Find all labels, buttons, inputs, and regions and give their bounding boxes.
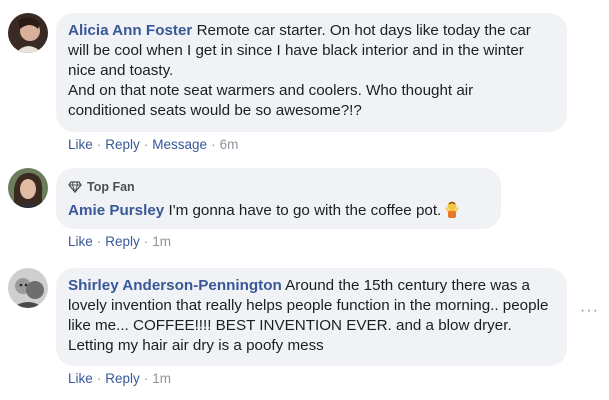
comment-actions: Like · Reply · Message · 6m [68, 137, 238, 152]
avatar[interactable] [8, 13, 48, 53]
comment-author[interactable]: Alicia Ann Foster [68, 22, 192, 39]
message-link[interactable]: Message [152, 137, 207, 152]
comment-text: I'm gonna have to go with the coffee pot… [164, 202, 442, 219]
comment-author[interactable]: Shirley Anderson-Pennington [68, 277, 282, 294]
reply-link[interactable]: Reply [105, 371, 140, 386]
separator: · [143, 234, 149, 249]
separator: · [211, 137, 216, 152]
timestamp[interactable]: 1m [152, 371, 171, 386]
like-link[interactable]: Like [68, 234, 93, 249]
avatar[interactable] [8, 168, 48, 208]
separator: · [96, 234, 102, 249]
comment-actions: Like · Reply · 1m [68, 234, 171, 249]
person-shrugging-emoji [443, 200, 461, 218]
reply-link[interactable]: Reply [105, 234, 140, 249]
comment-bubble: Shirley Anderson-Pennington Around the 1… [56, 268, 567, 366]
top-fan-badge: Top Fan [68, 177, 489, 197]
like-link[interactable]: Like [68, 137, 93, 152]
more-options-icon[interactable]: ··· [580, 303, 599, 319]
comment-author[interactable]: Amie Pursley [68, 202, 164, 219]
separator: · [96, 137, 102, 152]
timestamp[interactable]: 1m [152, 234, 171, 249]
comment-bubble: Alicia Ann Foster Remote car starter. On… [56, 13, 567, 132]
timestamp[interactable]: 6m [220, 137, 239, 152]
reply-link[interactable]: Reply [105, 137, 140, 152]
separator: · [143, 137, 149, 152]
separator: · [96, 371, 102, 386]
comment-actions: Like · Reply · 1m [68, 371, 171, 386]
badge-label: Top Fan [87, 180, 135, 194]
comment-text: And on that note seat warmers and cooler… [68, 82, 474, 119]
diamond-icon [68, 181, 82, 193]
like-link[interactable]: Like [68, 371, 93, 386]
separator: · [143, 371, 149, 386]
comment-bubble: Top Fan Amie Pursley I'm gonna have to g… [56, 168, 501, 229]
avatar[interactable] [8, 268, 48, 308]
